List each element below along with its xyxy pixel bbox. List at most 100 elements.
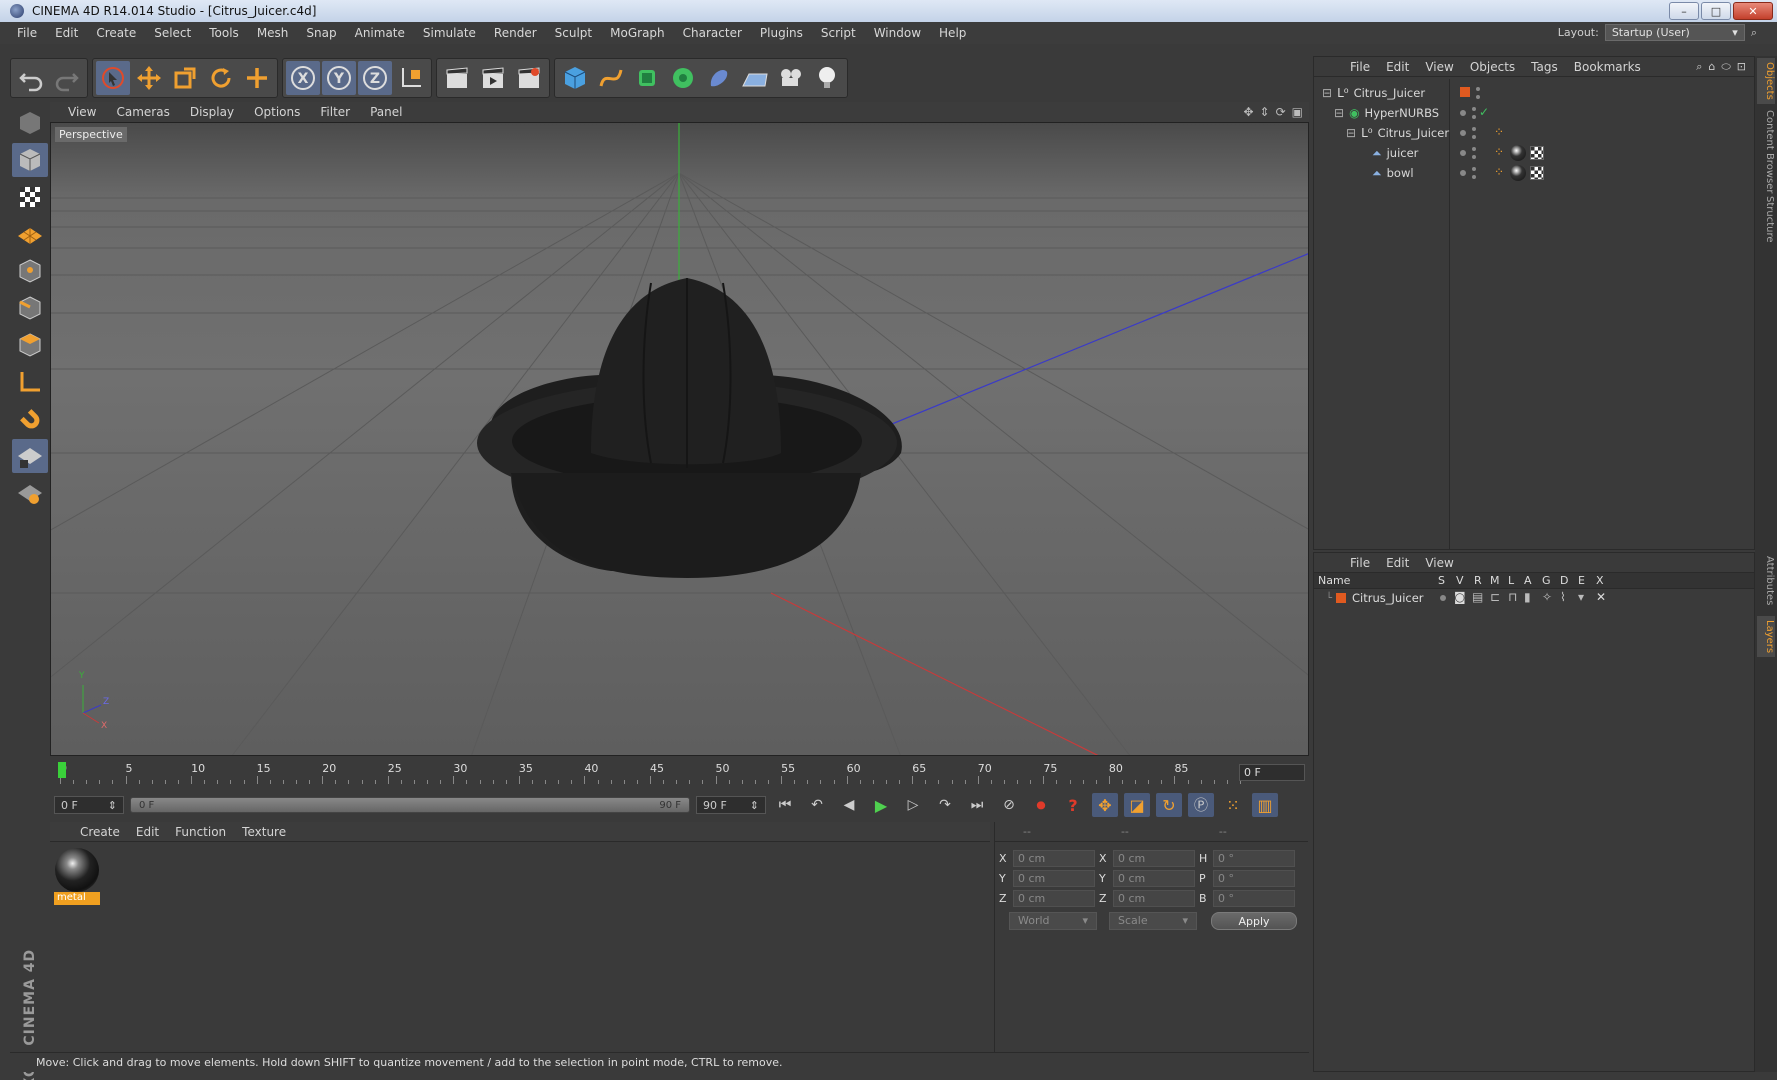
- column-name[interactable]: Name: [1318, 574, 1350, 587]
- menu-create[interactable]: Create: [87, 26, 145, 40]
- tab-attributes[interactable]: Attributes: [1757, 552, 1775, 609]
- viewport-menu-cameras[interactable]: Cameras: [106, 105, 179, 119]
- viewport-camera-label[interactable]: Perspective: [55, 127, 127, 142]
- search-icon[interactable]: ⌕: [1751, 26, 1757, 40]
- axis-mode-button[interactable]: [12, 365, 48, 399]
- nurbs-button[interactable]: [630, 61, 664, 95]
- column-locked[interactable]: L: [1508, 574, 1514, 587]
- y-axis-lock-button[interactable]: Y: [322, 61, 356, 95]
- z-axis-lock-button[interactable]: Z: [358, 61, 392, 95]
- lock-icon[interactable]: ⊓: [1508, 590, 1517, 604]
- autokeying-button[interactable]: ?: [1060, 793, 1086, 817]
- spline-button[interactable]: [594, 61, 628, 95]
- rotation-p-field[interactable]: 0 °: [1213, 870, 1295, 887]
- record-point-level-button[interactable]: ⁙: [1220, 793, 1246, 817]
- pan-icon[interactable]: ✥: [1243, 105, 1253, 119]
- snap-button[interactable]: [12, 402, 48, 436]
- play-forwards-button[interactable]: ▶: [868, 793, 894, 817]
- menu-mesh[interactable]: Mesh: [248, 26, 298, 40]
- points-mode-button[interactable]: [12, 254, 48, 288]
- scale-tool-button[interactable]: [168, 61, 202, 95]
- menu-edit[interactable]: Edit: [46, 26, 87, 40]
- material-menu-create[interactable]: Create: [72, 825, 128, 839]
- material-tag-icon[interactable]: [1510, 145, 1526, 161]
- x-axis-lock-button[interactable]: X: [286, 61, 320, 95]
- texture-mode-button[interactable]: [12, 180, 48, 214]
- go-to-end-button[interactable]: ⏭: [964, 793, 990, 817]
- menu-select[interactable]: Select: [145, 26, 200, 40]
- render-visibility-dot[interactable]: [1472, 115, 1476, 119]
- go-to-previous-key-button[interactable]: ↶: [804, 793, 830, 817]
- menu-plugins[interactable]: Plugins: [751, 26, 812, 40]
- undo-button[interactable]: [14, 61, 48, 95]
- column-xref[interactable]: X: [1596, 574, 1604, 587]
- column-expressions[interactable]: E: [1578, 574, 1585, 587]
- object-menu-tags[interactable]: Tags: [1523, 60, 1566, 74]
- coordinate-space-dropdown[interactable]: World ▾: [1009, 912, 1097, 930]
- floor-button[interactable]: [738, 61, 772, 95]
- viewport-menu-display[interactable]: Display: [180, 105, 244, 119]
- size-x-field[interactable]: 0 cm: [1113, 850, 1195, 867]
- menu-simulate[interactable]: Simulate: [414, 26, 485, 40]
- viewport-menu-options[interactable]: Options: [244, 105, 310, 119]
- viewport-menu-filter[interactable]: Filter: [310, 105, 360, 119]
- editor-visibility-dot[interactable]: [1472, 147, 1476, 151]
- search-icon[interactable]: ⌕: [1696, 60, 1702, 74]
- solo-toggle[interactable]: [1440, 595, 1446, 601]
- editor-visibility-dot[interactable]: [1472, 167, 1476, 171]
- layer-menu-view[interactable]: View: [1417, 556, 1461, 570]
- phong-tag-icon[interactable]: ⁘: [1494, 165, 1504, 179]
- home-icon[interactable]: ⌂: [1708, 60, 1715, 74]
- collapse-icon[interactable]: ⊟: [1322, 86, 1332, 100]
- layer-color-swatch[interactable]: [1336, 593, 1347, 603]
- preview-range-slider[interactable]: 0 F 90 F: [130, 797, 690, 813]
- menu-help[interactable]: Help: [930, 26, 975, 40]
- collapse-icon[interactable]: ⊟: [1334, 106, 1344, 120]
- start-frame-field[interactable]: 0 F ⇕: [54, 796, 124, 814]
- menu-tools[interactable]: Tools: [200, 26, 248, 40]
- timeline-ruler[interactable]: 051015202530354045505560657075808590 0 F: [50, 758, 1309, 788]
- material-tag-icon[interactable]: [1510, 165, 1526, 181]
- planar-workplane-button[interactable]: [12, 476, 48, 510]
- create-object-button[interactable]: [240, 61, 274, 95]
- menu-file[interactable]: File: [8, 26, 46, 40]
- column-generators[interactable]: G: [1542, 574, 1551, 587]
- manager-hierarchy-icon[interactable]: ⊏: [1490, 590, 1500, 604]
- workplane-mode-button[interactable]: [12, 217, 48, 251]
- record-rotation-button[interactable]: ↻: [1156, 793, 1182, 817]
- size-y-field[interactable]: 0 cm: [1113, 870, 1195, 887]
- go-to-start-button[interactable]: ⏮: [772, 793, 798, 817]
- timeline-window-button[interactable]: ▥: [1252, 793, 1278, 817]
- perspective-viewport[interactable]: Perspective Y Z X: [50, 122, 1309, 756]
- tab-objects[interactable]: Objects: [1757, 58, 1775, 104]
- render-view-button[interactable]: [440, 61, 474, 95]
- dolly-icon[interactable]: ⇕: [1260, 105, 1270, 119]
- phong-tag-icon[interactable]: ⁘: [1494, 125, 1504, 139]
- position-z-field[interactable]: 0 cm: [1013, 890, 1095, 907]
- maximize-button[interactable]: □: [1701, 2, 1731, 20]
- go-to-previous-frame-button[interactable]: ◀: [836, 793, 862, 817]
- model-mode-button[interactable]: [12, 143, 48, 177]
- coordinate-system-button[interactable]: [394, 61, 428, 95]
- tab-layers[interactable]: Layers: [1757, 616, 1775, 658]
- column-animation[interactable]: A: [1524, 574, 1532, 587]
- deformer-icon[interactable]: ⌇: [1560, 590, 1566, 604]
- current-frame-field[interactable]: 0 F: [1239, 764, 1305, 781]
- render-visibility-dot[interactable]: [1476, 95, 1480, 99]
- record-parameter-button[interactable]: Ⓟ: [1188, 793, 1214, 817]
- menu-character[interactable]: Character: [674, 26, 751, 40]
- eye-icon[interactable]: ◙: [1454, 590, 1466, 604]
- column-render[interactable]: R: [1474, 574, 1482, 587]
- material-swatch-metal[interactable]: metal: [54, 848, 100, 906]
- menu-mograph[interactable]: MoGraph: [601, 26, 674, 40]
- cube-object-button[interactable]: [558, 61, 592, 95]
- column-deformers[interactable]: D: [1560, 574, 1568, 587]
- layer-color-swatch[interactable]: [1460, 87, 1470, 97]
- layer-menu-edit[interactable]: Edit: [1378, 556, 1417, 570]
- autokey-disabled-button[interactable]: ⊘: [996, 793, 1022, 817]
- size-z-field[interactable]: 0 cm: [1113, 890, 1195, 907]
- collapse-icon[interactable]: ⊟: [1346, 126, 1356, 140]
- live-selection-button[interactable]: [96, 61, 130, 95]
- render-visibility-dot[interactable]: [1472, 135, 1476, 139]
- expression-icon[interactable]: ▾: [1578, 590, 1584, 604]
